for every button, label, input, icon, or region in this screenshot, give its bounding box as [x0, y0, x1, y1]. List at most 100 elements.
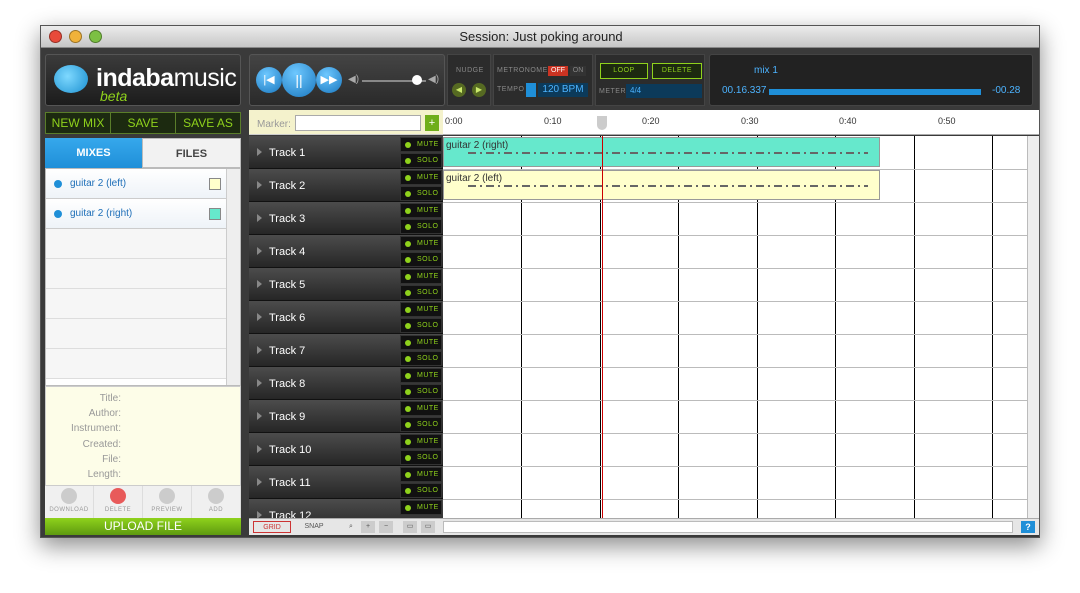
- mute-button[interactable]: MUTE: [400, 203, 442, 218]
- metronome-on-toggle[interactable]: ON: [570, 66, 586, 76]
- mix-list-scrollbar[interactable]: [226, 169, 240, 385]
- minimize-window-button[interactable]: [69, 30, 82, 43]
- playhead-handle-icon[interactable]: [597, 116, 607, 130]
- tempo-value[interactable]: 120 BPM: [538, 83, 588, 97]
- horizontal-scrollbar[interactable]: [443, 521, 1013, 533]
- expand-icon[interactable]: [257, 181, 262, 189]
- solo-button[interactable]: SOLO: [400, 285, 442, 300]
- expand-icon[interactable]: [257, 445, 262, 453]
- track-header[interactable]: Track 1 MUTE SOLO: [249, 136, 443, 169]
- fast-forward-icon[interactable]: ▶▶: [316, 67, 342, 93]
- mute-button[interactable]: MUTE: [400, 467, 442, 482]
- close-window-button[interactable]: [49, 30, 62, 43]
- solo-button[interactable]: SOLO: [400, 351, 442, 366]
- tab-files[interactable]: FILES: [142, 138, 241, 168]
- expand-icon[interactable]: [257, 379, 262, 387]
- solo-button[interactable]: SOLO: [400, 417, 442, 432]
- snap-toggle[interactable]: SNAP: [297, 521, 331, 533]
- mute-button[interactable]: MUTE: [400, 335, 442, 350]
- list-item[interactable]: guitar 2 (left): [46, 169, 228, 199]
- zoom-window-button[interactable]: [89, 30, 102, 43]
- download-button[interactable]: DOWNLOAD: [45, 486, 94, 518]
- expand-icon[interactable]: [257, 280, 262, 288]
- loop-button[interactable]: LOOP: [600, 63, 648, 79]
- solo-button[interactable]: SOLO: [400, 153, 442, 168]
- upload-file-button[interactable]: UPLOAD FILE: [45, 518, 241, 535]
- playhead[interactable]: [602, 136, 603, 518]
- solo-button[interactable]: SOLO: [400, 483, 442, 498]
- mute-button[interactable]: MUTE: [400, 368, 442, 383]
- solo-button[interactable]: SOLO: [400, 219, 442, 234]
- rewind-icon[interactable]: |◀: [256, 67, 282, 93]
- metronome-off-toggle[interactable]: OFF: [548, 66, 568, 76]
- vertical-scrollbar[interactable]: [1027, 136, 1039, 518]
- solo-button[interactable]: SOLO: [400, 384, 442, 399]
- mute-button[interactable]: MUTE: [400, 500, 442, 515]
- info-buttons: DOWNLOAD DELETE PREVIEW ADD: [45, 486, 241, 518]
- mute-button[interactable]: MUTE: [400, 401, 442, 416]
- zoom-in-icon[interactable]: +: [361, 521, 375, 533]
- progress-bar[interactable]: [769, 89, 981, 95]
- list-item[interactable]: guitar 2 (right): [46, 199, 228, 229]
- mute-button[interactable]: MUTE: [400, 269, 442, 284]
- row-line: [443, 301, 1027, 302]
- expand-icon[interactable]: [257, 214, 262, 222]
- mute-button[interactable]: MUTE: [400, 434, 442, 449]
- add-marker-icon[interactable]: +: [425, 115, 439, 131]
- save-button[interactable]: SAVE: [111, 113, 176, 133]
- tab-mixes[interactable]: MIXES: [45, 138, 142, 168]
- expand-icon[interactable]: [257, 412, 262, 420]
- track-header[interactable]: Track 12 MUTE: [249, 499, 443, 518]
- mix-name: mix 1: [754, 65, 778, 76]
- track-header[interactable]: Track 8 MUTE SOLO: [249, 367, 443, 400]
- audio-clip[interactable]: guitar 2 (right): [443, 137, 880, 167]
- mute-button[interactable]: MUTE: [400, 236, 442, 251]
- expand-icon[interactable]: [257, 313, 262, 321]
- zoom-icon[interactable]: ⌕: [345, 521, 357, 533]
- track-header[interactable]: Track 4 MUTE SOLO: [249, 235, 443, 268]
- meter-select[interactable]: 4/4: [626, 84, 702, 98]
- delete-region-button[interactable]: DELETE: [652, 63, 702, 79]
- track-header[interactable]: Track 2 MUTE SOLO: [249, 169, 443, 202]
- track-header[interactable]: Track 6 MUTE SOLO: [249, 301, 443, 334]
- track-header[interactable]: Track 10 MUTE SOLO: [249, 433, 443, 466]
- volume-slider-handle[interactable]: [412, 75, 422, 85]
- add-button[interactable]: ADD: [192, 486, 241, 518]
- track-header[interactable]: Track 9 MUTE SOLO: [249, 400, 443, 433]
- expand-icon[interactable]: [257, 478, 262, 486]
- track-header[interactable]: Track 11 MUTE SOLO: [249, 466, 443, 499]
- track-header[interactable]: Track 3 MUTE SOLO: [249, 202, 443, 235]
- marker-input[interactable]: [295, 115, 421, 131]
- track-height-down-icon[interactable]: ▭: [403, 521, 417, 533]
- tempo-stepper[interactable]: [526, 83, 536, 97]
- pause-icon[interactable]: ||: [282, 63, 316, 97]
- expand-icon[interactable]: [257, 148, 262, 156]
- preview-button[interactable]: PREVIEW: [143, 486, 192, 518]
- expand-icon[interactable]: [257, 511, 262, 518]
- timeline-ruler[interactable]: 0:00 0:10 0:20 0:30 0:40 0:50: [443, 110, 1039, 135]
- new-mix-button[interactable]: NEW MIX: [46, 113, 111, 133]
- nudge-right-icon[interactable]: ▶: [472, 83, 486, 97]
- zoom-out-icon[interactable]: −: [379, 521, 393, 533]
- expand-icon[interactable]: [257, 247, 262, 255]
- solo-button[interactable]: SOLO: [400, 252, 442, 267]
- grid-toggle[interactable]: GRID: [253, 521, 291, 533]
- mute-button[interactable]: MUTE: [400, 170, 442, 185]
- solo-button[interactable]: SOLO: [400, 186, 442, 201]
- solo-button[interactable]: SOLO: [400, 450, 442, 465]
- track-header[interactable]: Track 5 MUTE SOLO: [249, 268, 443, 301]
- solo-button[interactable]: SOLO: [400, 318, 442, 333]
- mix-display: mix 1 00.16.337 -00.28: [709, 54, 1033, 106]
- play-icon: [159, 488, 175, 504]
- help-icon[interactable]: ?: [1021, 521, 1035, 533]
- mute-button[interactable]: MUTE: [400, 137, 442, 152]
- track-height-up-icon[interactable]: ▭: [421, 521, 435, 533]
- nudge-left-icon[interactable]: ◀: [452, 83, 466, 97]
- audio-clip[interactable]: guitar 2 (left): [443, 170, 880, 200]
- track-header[interactable]: Track 7 MUTE SOLO: [249, 334, 443, 367]
- timeline-grid[interactable]: guitar 2 (right) guitar 2 (left): [443, 136, 1027, 518]
- delete-file-button[interactable]: DELETE: [94, 486, 143, 518]
- mute-button[interactable]: MUTE: [400, 302, 442, 317]
- expand-icon[interactable]: [257, 346, 262, 354]
- save-as-button[interactable]: SAVE AS: [176, 113, 240, 133]
